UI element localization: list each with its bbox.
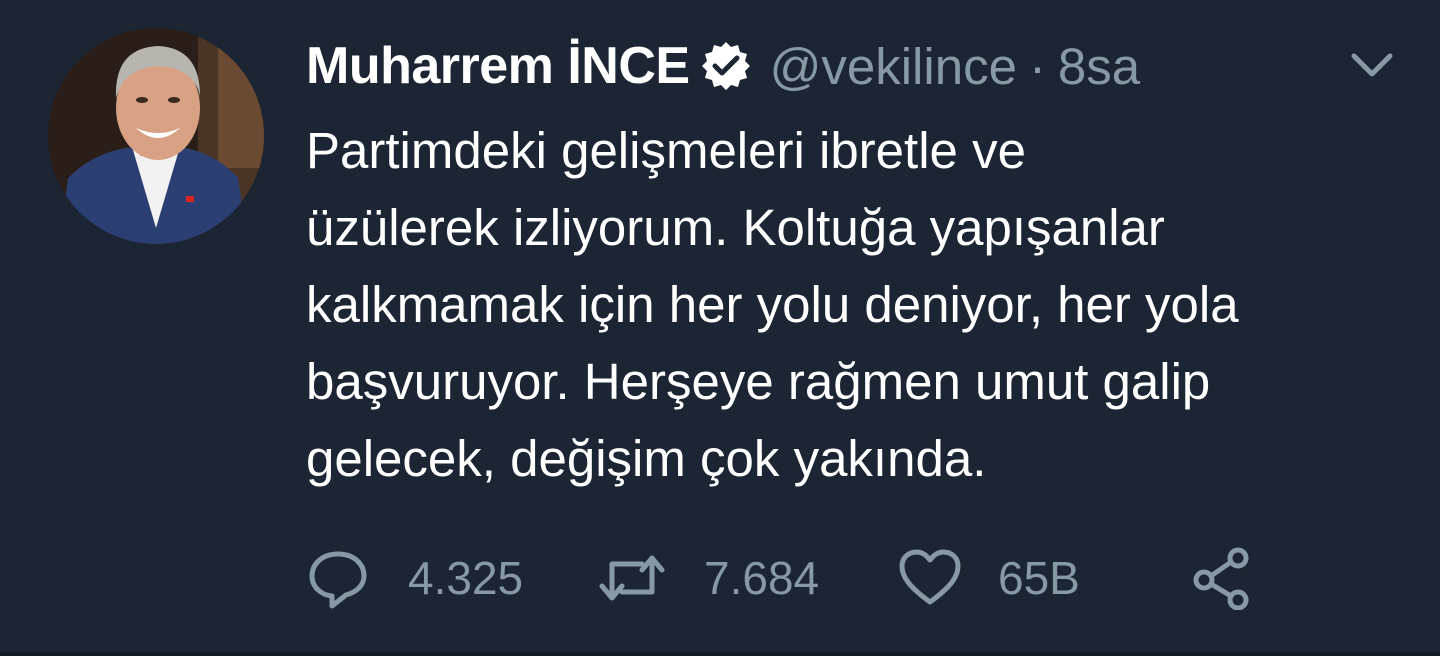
retweet-icon[interactable] [598, 546, 665, 610]
tweet-header: Muharrem İNCE @vekilince · 8sa [306, 36, 1140, 96]
heart-icon[interactable] [898, 546, 962, 610]
tweet-card[interactable]: Muharrem İNCE @vekilince · 8sa Partimdek… [0, 0, 1440, 656]
avatar[interactable] [48, 28, 264, 244]
profile-photo [48, 28, 264, 244]
tweet-text: Partimdeki gelişmeleri ibretle ve üzüler… [306, 122, 1239, 487]
share-icon[interactable] [1190, 546, 1254, 611]
header-separator: · [1028, 37, 1046, 95]
chevron-down-icon[interactable] [1346, 46, 1398, 82]
retweet-count: 7.684 [704, 552, 820, 604]
reply-count: 4.325 [408, 552, 524, 604]
like-count: 65B [998, 552, 1080, 604]
tweet-actions: 4.325 7.684 65B [306, 540, 1306, 612]
tweet-timestamp[interactable]: 8sa [1058, 37, 1140, 96]
verified-badge-icon [700, 40, 752, 92]
divider [0, 652, 1440, 656]
reply-icon[interactable] [306, 546, 370, 610]
author-handle[interactable]: @vekilince [770, 37, 1017, 96]
author-display-name[interactable]: Muharrem İNCE [306, 36, 690, 96]
